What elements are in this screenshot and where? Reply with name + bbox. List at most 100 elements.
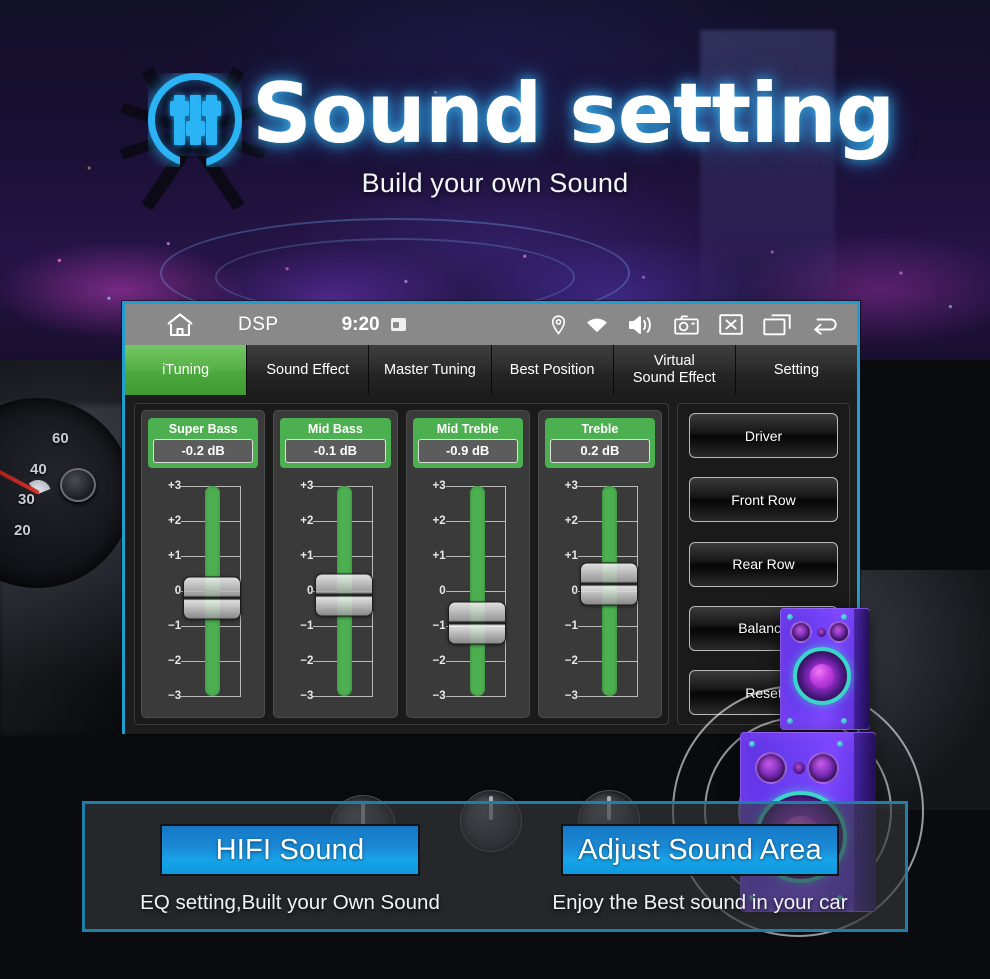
eq-scale-rail xyxy=(504,486,506,696)
eq-band-value: -0.1 dB xyxy=(285,439,386,463)
wifi-icon[interactable] xyxy=(586,317,608,333)
eq-band-slider[interactable]: +3 +2 +1 0 −1 −2 −3 xyxy=(556,480,644,702)
eq-scale-label: −3 xyxy=(432,690,446,702)
volume-speaker-icon[interactable] xyxy=(628,314,654,336)
eq-scale-label: −2 xyxy=(300,655,314,667)
home-icon[interactable] xyxy=(165,312,195,338)
tab-setting[interactable]: Setting xyxy=(735,345,858,395)
page-subtitle: Build your own Sound xyxy=(361,168,629,198)
front-row-button[interactable]: Front Row xyxy=(689,477,838,523)
dashboard-knob xyxy=(60,468,96,502)
speedometer-number-30: 30 xyxy=(18,491,35,508)
eq-slider-thumb[interactable] xyxy=(447,601,506,644)
eq-scale-label: +3 xyxy=(168,480,182,492)
camera-icon[interactable] xyxy=(674,315,699,335)
tab-best-position-label: Best Position xyxy=(509,361,595,378)
eq-scale-label: +1 xyxy=(168,550,182,562)
clock: 9:20 xyxy=(341,313,380,335)
eq-scale-label: +3 xyxy=(432,480,446,492)
hifi-sound-button-label: HIFI Sound xyxy=(215,833,365,866)
equalizer-circle-icon xyxy=(148,73,242,167)
eq-scale-label: +3 xyxy=(300,480,314,492)
eq-band-slider[interactable]: +3 +2 +1 0 −1 −2 −3 xyxy=(291,480,379,702)
page-title: Sound setting xyxy=(252,65,895,162)
eq-scale-labels: +3 +2 +1 0 −1 −2 −3 xyxy=(159,480,182,702)
eq-band-title: Treble xyxy=(581,422,619,436)
eq-scale-label: −3 xyxy=(168,690,182,702)
eq-scale-label: +1 xyxy=(564,550,578,562)
eq-scale-label: −1 xyxy=(564,620,578,632)
driver-button-label: Driver xyxy=(744,427,783,444)
page-header: Sound setting Build your own Sound xyxy=(0,0,990,300)
tab-virtual-label-line2: Sound Effect xyxy=(632,370,716,386)
tab-master-tuning-label: Master Tuning xyxy=(383,361,476,378)
tab-master-tuning[interactable]: Master Tuning xyxy=(369,345,492,395)
tab-virtual-label-line1: Virtual xyxy=(653,353,695,370)
speaker-top xyxy=(780,608,870,730)
eq-band-title: Mid Treble xyxy=(436,422,499,436)
eq-band-slider-wrap: +3 +2 +1 0 −1 −2 −3 xyxy=(545,480,655,709)
driver-button[interactable]: Driver xyxy=(689,413,838,458)
eq-band-value: -0.9 dB xyxy=(417,439,518,463)
recents-icon[interactable] xyxy=(763,313,791,336)
eq-slider-thumb[interactable] xyxy=(579,562,638,606)
eq-scale-labels: +3 +2 +1 0 −1 −2 −3 xyxy=(424,480,446,702)
banner-item-adjust-sound-area: Adjust Sound Area Enjoy the Best sound i… xyxy=(495,824,905,915)
eq-scale-label: −1 xyxy=(300,620,314,632)
back-arrow-icon[interactable] xyxy=(811,315,841,335)
eq-scale-label: −3 xyxy=(300,690,314,702)
eq-band-title: Super Bass xyxy=(168,422,238,436)
eq-band-header: Mid Bass -0.1 dB xyxy=(280,418,391,468)
eq-band-title: Mid Bass xyxy=(307,422,363,436)
eq-band-2: Mid Bass -0.1 dB +3 +2 +1 0 −1 −2 −3 xyxy=(273,410,398,718)
sd-card-icon xyxy=(390,318,406,331)
eq-band-slider[interactable]: +3 +2 +1 0 −1 −2 −3 xyxy=(424,480,512,702)
tab-ituning[interactable]: iTuning xyxy=(125,345,248,395)
eq-scale-label: +1 xyxy=(432,550,446,562)
eq-band-slider-wrap: +3 +2 +1 0 −1 −2 −3 xyxy=(148,480,258,709)
eq-band-header: Treble 0.2 dB xyxy=(544,418,655,468)
feature-banner: HIFI Sound EQ setting,Built your Own Sou… xyxy=(82,801,908,932)
status-bar: DSP 9:20 xyxy=(125,304,857,345)
front-row-button-label: Front Row xyxy=(731,491,796,508)
eq-band-slider-wrap: +3 +2 +1 0 −1 −2 −3 xyxy=(280,480,390,709)
tab-setting-label: Setting xyxy=(773,361,820,378)
eq-scale-label: +2 xyxy=(432,515,446,527)
eq-scale-label: +1 xyxy=(300,550,314,562)
close-box-icon[interactable] xyxy=(719,314,743,335)
hifi-sound-caption: EQ setting,Built your Own Sound xyxy=(140,891,440,914)
eq-scale-labels: +3 +2 +1 0 −1 −2 −3 xyxy=(291,480,314,702)
tab-sound-effect[interactable]: Sound Effect xyxy=(247,345,370,395)
eq-band-value: -0.2 dB xyxy=(153,439,254,463)
eq-slider-thumb[interactable] xyxy=(315,573,374,616)
banner-item-hifi-sound: HIFI Sound EQ setting,Built your Own Sou… xyxy=(85,824,495,915)
hifi-sound-button[interactable]: HIFI Sound xyxy=(160,824,420,876)
eq-scale-label: +2 xyxy=(300,515,314,527)
tab-bar: iTuning Sound Effect Master Tuning Best … xyxy=(125,345,858,395)
tab-best-position[interactable]: Best Position xyxy=(491,345,614,395)
eq-slider-thumb[interactable] xyxy=(183,576,242,620)
speedometer-number-60: 60 xyxy=(52,430,69,447)
speedometer-number-20: 20 xyxy=(14,522,31,539)
eq-scale-label: −2 xyxy=(432,655,446,667)
tab-virtual-sound-effect[interactable]: Virtual Sound Effect xyxy=(613,345,736,395)
eq-band-3: Mid Treble -0.9 dB +3 +2 +1 0 −1 −2 −3 xyxy=(405,410,530,718)
tab-sound-effect-label: Sound Effect xyxy=(266,361,350,378)
adjust-sound-area-button-label: Adjust Sound Area xyxy=(578,833,822,866)
eq-scale-label: −2 xyxy=(168,655,182,667)
eq-band-value: 0.2 dB xyxy=(549,439,650,463)
eq-band-slider[interactable]: +3 +2 +1 0 −1 −2 −3 xyxy=(159,480,247,702)
rear-row-button[interactable]: Rear Row xyxy=(689,541,838,587)
adjust-sound-area-button[interactable]: Adjust Sound Area xyxy=(561,824,839,876)
eq-scale-labels: +3 +2 +1 0 −1 −2 −3 xyxy=(556,480,578,702)
app-label: DSP xyxy=(238,313,279,335)
eq-band-1: Super Bass -0.2 dB +3 +2 +1 0 −1 −2 −3 xyxy=(141,410,266,718)
tab-ituning-label: iTuning xyxy=(162,361,210,378)
eq-slider-track[interactable] xyxy=(469,486,485,696)
eq-scale-label: −1 xyxy=(432,620,446,632)
eq-scale-label: +3 xyxy=(564,480,578,492)
rear-row-button-label: Rear Row xyxy=(732,556,795,572)
location-pin-icon[interactable] xyxy=(551,314,566,335)
eq-band-header: Super Bass -0.2 dB xyxy=(148,418,259,468)
eq-band-slider-wrap: +3 +2 +1 0 −1 −2 −3 xyxy=(413,480,523,709)
